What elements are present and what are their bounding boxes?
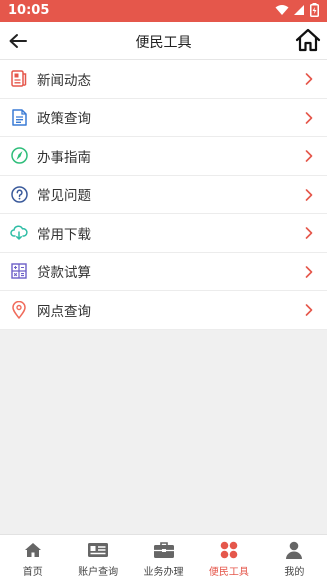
home-button[interactable]	[295, 27, 321, 53]
menu-item-policy[interactable]: 政策查询	[0, 99, 327, 137]
menu-item-download[interactable]: 常用下载	[0, 214, 327, 253]
menu-item-loan-calculator[interactable]: 贷款试算	[0, 253, 327, 291]
chevron-right-icon	[305, 304, 313, 316]
question-icon	[10, 185, 28, 203]
menu-item-label: 网点查询	[37, 303, 91, 320]
tab-mine[interactable]: 我的	[262, 535, 327, 581]
tab-label: 业务办理	[143, 567, 184, 578]
status-bar: 10:05	[0, 0, 327, 22]
status-time: 10:05	[8, 3, 50, 18]
battery-icon	[310, 3, 319, 17]
tools-icon	[219, 541, 239, 559]
bottom-tab-bar: 首页 账户查询 业务办理 便民工具 我的	[0, 534, 327, 581]
wifi-icon	[275, 5, 289, 15]
menu-item-label: 常用下载	[37, 226, 91, 243]
tab-tools[interactable]: 便民工具	[196, 535, 261, 581]
tab-label: 便民工具	[208, 567, 249, 578]
cloud-download-icon	[10, 224, 28, 242]
calculator-icon	[10, 262, 28, 280]
location-pin-icon	[10, 300, 28, 319]
home-icon	[23, 541, 43, 559]
chevron-right-icon	[305, 227, 313, 239]
user-icon	[284, 541, 304, 559]
menu-item-news[interactable]: 新闻动态	[0, 60, 327, 99]
chevron-right-icon	[305, 150, 313, 162]
menu-item-label: 贷款试算	[37, 265, 91, 282]
home-outline-icon	[295, 28, 321, 52]
menu-list: 新闻动态 政策查询 办事指南 常见问题 常用下载 贷款试算 网点查询	[0, 60, 327, 330]
compass-icon	[10, 147, 28, 165]
tab-label: 首页	[22, 567, 43, 578]
menu-item-label: 办事指南	[37, 149, 91, 166]
menu-item-label: 政策查询	[37, 111, 91, 128]
id-card-icon	[88, 541, 109, 559]
status-icons	[275, 3, 319, 17]
menu-item-label: 新闻动态	[37, 72, 91, 89]
chevron-right-icon	[305, 111, 313, 124]
page-title: 便民工具	[135, 35, 192, 51]
signal-icon	[294, 5, 304, 15]
menu-item-guide[interactable]: 办事指南	[0, 137, 327, 176]
document-icon	[10, 108, 28, 126]
briefcase-icon	[153, 541, 174, 559]
nav-bar: 便民工具	[0, 22, 327, 60]
chevron-right-icon	[305, 265, 313, 278]
tab-account-query[interactable]: 账户查询	[65, 535, 130, 581]
chevron-right-icon	[305, 73, 313, 85]
menu-item-label: 常见问题	[37, 188, 91, 205]
menu-item-branch-locator[interactable]: 网点查询	[0, 291, 327, 330]
tab-label: 账户查询	[78, 567, 119, 578]
news-icon	[10, 70, 28, 88]
tab-label: 我的	[284, 567, 305, 578]
menu-item-faq[interactable]: 常见问题	[0, 176, 327, 214]
tab-home[interactable]: 首页	[0, 535, 65, 581]
tab-business[interactable]: 业务办理	[131, 535, 196, 581]
chevron-right-icon	[305, 188, 313, 201]
